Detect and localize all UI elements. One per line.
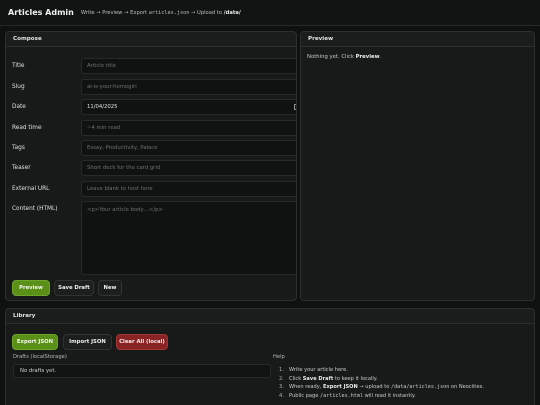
preview-empty-message: Nothing yet. Click Preview. — [301, 47, 534, 67]
content-label: Content (HTML) — [12, 206, 58, 212]
slug-input[interactable] — [81, 79, 296, 95]
tags-label: Tags — [12, 145, 25, 151]
read-time-label: Read time — [12, 125, 42, 131]
help-num: 3. — [279, 384, 284, 390]
import-json-button[interactable]: Import JSON — [63, 334, 112, 350]
teaser-label: Teaser — [12, 165, 31, 171]
help-num: 2. — [279, 375, 284, 382]
step-upload-dir: /data/ — [223, 9, 241, 16]
help-bold: Save Draft — [302, 375, 334, 382]
library-heading: Library — [6, 309, 534, 324]
help-item: 1. Write your article here. — [279, 366, 484, 375]
help-bold: Export JSON — [322, 384, 358, 390]
preview-panel: Preview Nothing yet. Click Preview. — [300, 31, 535, 301]
teaser-input[interactable] — [81, 160, 296, 176]
help-item: 4. Public page /articles.html will read … — [279, 392, 484, 401]
drafts-label: Drafts (localStorage) — [13, 354, 67, 360]
preview-empty-text: Nothing yet. Click — [307, 54, 354, 60]
title-input[interactable] — [81, 58, 296, 74]
help-text: → upload to — [357, 384, 391, 390]
calendar-icon[interactable] — [294, 104, 296, 110]
help-text: on Neocities. — [449, 384, 484, 390]
preview-heading: Preview — [301, 32, 534, 47]
help-text: to keep it locally. — [333, 375, 378, 382]
read-time-input[interactable] — [81, 120, 296, 136]
help-item: 3. When ready, Export JSON → upload to /… — [279, 383, 484, 392]
help-text: Click — [289, 375, 303, 382]
compose-panel: Compose Title Slug Date Read time Tags T… — [5, 31, 297, 301]
preview-empty-suffix: . — [379, 54, 382, 60]
step-write: Write — [80, 9, 95, 16]
help-code: /data/articles.json — [391, 384, 450, 390]
step-arrow: → — [191, 9, 196, 16]
step-upload: Upload to — [197, 9, 223, 16]
workflow-steps: Write → Preview → Export articles.json →… — [81, 10, 241, 16]
help-text: When ready, — [289, 384, 323, 390]
export-json-button[interactable]: Export JSON — [12, 334, 58, 350]
external-url-input[interactable] — [81, 181, 296, 197]
app-title: Articles Admin — [8, 8, 74, 17]
help-code: /articles.html — [320, 392, 363, 399]
step-export: Export — [130, 9, 148, 16]
tags-input[interactable] — [81, 140, 296, 156]
date-label: Date — [12, 104, 26, 110]
step-preview: Preview — [102, 9, 123, 16]
help-item: 2. Click Save Draft to keep it locally. — [279, 375, 484, 384]
step-arrow: → — [96, 9, 101, 16]
clear-all-button[interactable]: Clear All (local) — [116, 334, 168, 350]
slug-label: Slug — [12, 84, 25, 90]
library-panel: Library Export JSON Import JSON Clear Al… — [5, 308, 535, 405]
help-list: 1. Write your article here. 2. Click Sav… — [279, 366, 484, 400]
preview-empty-action: Preview — [355, 54, 380, 60]
drafts-list: No drafts yet. — [13, 364, 271, 378]
help-num: 1. — [279, 367, 284, 373]
save-draft-button[interactable]: Save Draft — [54, 280, 94, 296]
help-text: will read it instantly. — [362, 392, 416, 399]
drafts-empty-text: No drafts yet. — [20, 368, 57, 374]
content-textarea[interactable] — [81, 201, 296, 275]
step-export-file: articles.json — [148, 9, 190, 16]
date-input[interactable] — [81, 99, 296, 115]
step-arrow: → — [124, 9, 129, 16]
compose-heading: Compose — [6, 32, 296, 47]
new-button[interactable]: New — [98, 280, 122, 296]
help-label: Help — [273, 354, 285, 360]
external-url-label: External URL — [12, 186, 50, 192]
preview-button[interactable]: Preview — [12, 280, 50, 296]
help-text: Write your article here. — [289, 367, 348, 373]
title-label: Title — [12, 63, 25, 69]
help-num: 4. — [279, 392, 284, 399]
app-header: Articles Admin Write → Preview → Export … — [0, 0, 540, 26]
help-text: Public page — [289, 392, 321, 399]
